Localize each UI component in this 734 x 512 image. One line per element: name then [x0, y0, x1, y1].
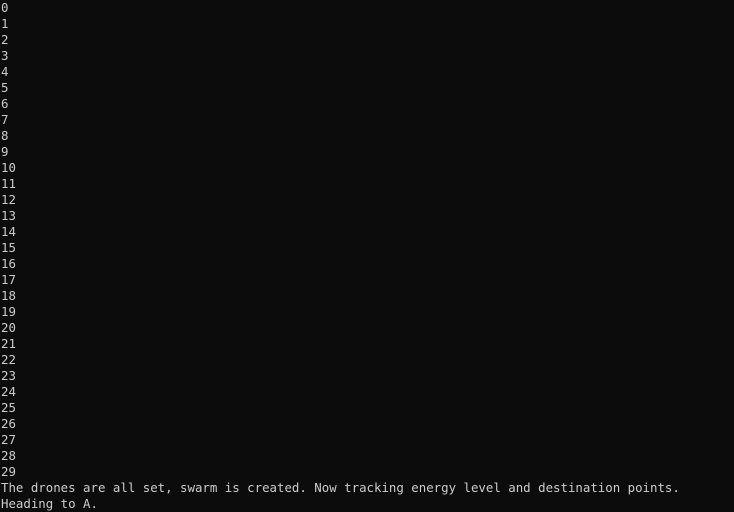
console-line: 27: [1, 432, 16, 447]
console-line: 5: [1, 80, 9, 95]
console-message-line: Heading to A.: [1, 496, 98, 511]
console-line: 3: [1, 48, 9, 63]
console-line: 21: [1, 336, 16, 351]
console-line: 16: [1, 256, 16, 271]
console-line: 15: [1, 240, 16, 255]
console-line: 18: [1, 288, 16, 303]
console-line: 13: [1, 208, 16, 223]
console-line: 9: [1, 144, 9, 159]
console-line: 1: [1, 16, 9, 31]
console-line: 24: [1, 384, 16, 399]
console-line: 25: [1, 400, 16, 415]
console-line: 23: [1, 368, 16, 383]
console-line: 17: [1, 272, 16, 287]
console-line: 19: [1, 304, 16, 319]
console-line: 14: [1, 224, 16, 239]
console-line: 26: [1, 416, 16, 431]
console-line: 0: [1, 0, 9, 15]
console-line: 4: [1, 64, 9, 79]
console-line: 11: [1, 176, 16, 191]
console-line: 6: [1, 96, 9, 111]
console-line: 29: [1, 464, 16, 479]
console-line: 22: [1, 352, 16, 367]
console-line: 8: [1, 128, 9, 143]
console-output: 0 1 2 3 4 5 6 7 8 9 10 11 12 13 14 15 16…: [0, 0, 734, 512]
console-line: 12: [1, 192, 16, 207]
console-message-line: The drones are all set, swarm is created…: [1, 480, 680, 495]
console-line: 2: [1, 32, 9, 47]
console-line: 28: [1, 448, 16, 463]
console-line: 10: [1, 160, 16, 175]
console-line: 20: [1, 320, 16, 335]
console-line: 7: [1, 112, 9, 127]
